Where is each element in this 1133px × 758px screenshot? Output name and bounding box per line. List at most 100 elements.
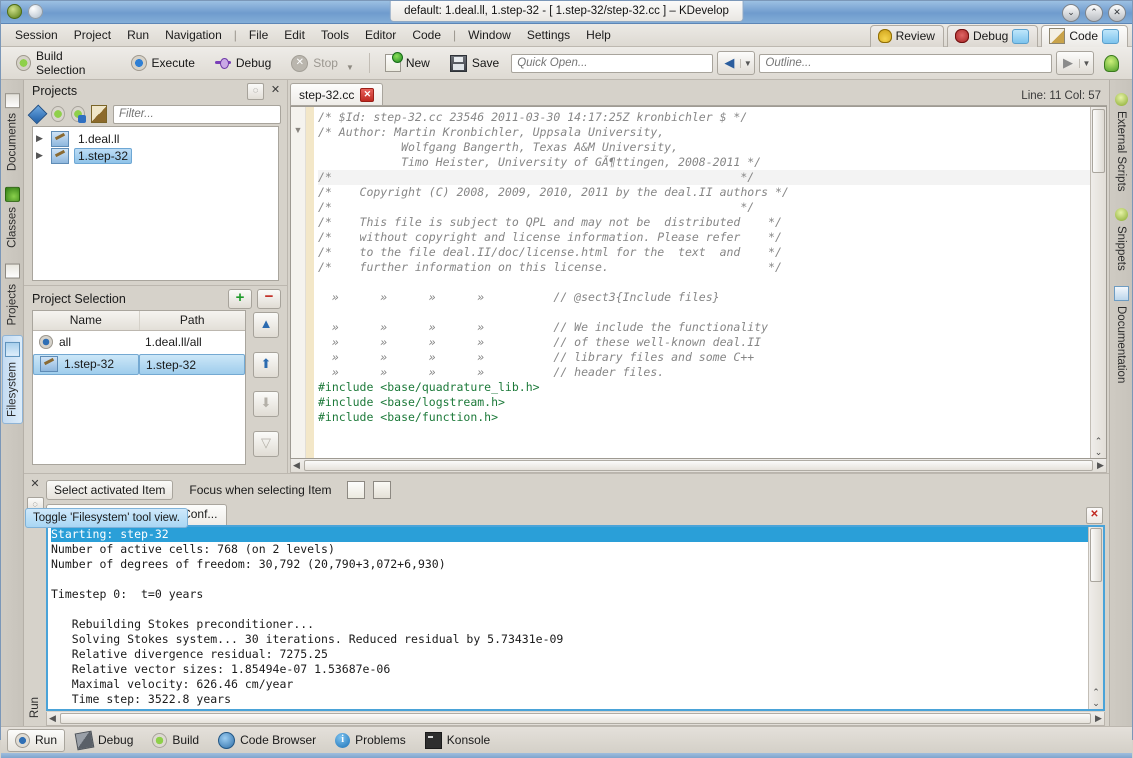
new-label: New	[405, 56, 430, 70]
stop-dropdown-icon[interactable]: ▼	[346, 63, 354, 72]
focus-when-selecting-button[interactable]: Focus when selecting Item	[181, 480, 339, 500]
close-icon[interactable]: ✕	[360, 87, 375, 102]
scroll-down-icon[interactable]: ⌄	[1095, 447, 1103, 458]
hint-button[interactable]	[1098, 51, 1125, 76]
move-up-button[interactable]: ⬆	[253, 351, 279, 378]
open-project-icon[interactable]	[27, 103, 48, 125]
project-icon	[51, 147, 69, 164]
projects-dock-config-button[interactable]: ◌	[247, 82, 264, 100]
build-project-icon[interactable]	[51, 106, 66, 122]
table-row[interactable]: all 1.deal.ll/all	[33, 331, 245, 353]
select-activated-item-button[interactable]: Select activated Item	[46, 480, 174, 500]
window-menu-icon[interactable]	[28, 4, 43, 19]
scroll-right-icon[interactable]: ▶	[1095, 460, 1106, 471]
navigate-back-button[interactable]: ◀ ▼	[717, 51, 756, 75]
hscrollbar-thumb[interactable]	[60, 713, 1091, 724]
scroll-up-icon[interactable]: ⌃	[1092, 687, 1100, 698]
move-top-button[interactable]: ▲	[253, 312, 279, 338]
sidebar-tab-classes[interactable]: Classes	[2, 180, 23, 255]
projects-filter-input[interactable]	[113, 104, 282, 124]
maximize-button[interactable]: ⌃	[1085, 4, 1103, 22]
editor-vertical-scrollbar[interactable]: ⌃ ⌄	[1090, 107, 1106, 458]
mode-tab-debug[interactable]: Debug	[946, 25, 1039, 47]
mode-tab-code[interactable]: Code	[1041, 25, 1128, 47]
output-vertical-scrollbar[interactable]: ⌃ ⌄	[1088, 527, 1103, 709]
quick-open-input[interactable]	[511, 53, 714, 73]
table-row[interactable]: 1.step-32 1.step-32	[33, 353, 245, 375]
projects-tree[interactable]: ▶ 1.deal.ll ▶ 1.step-32	[32, 126, 279, 281]
sidebar-tab-documents[interactable]: Documents	[2, 86, 23, 178]
output-text[interactable]: Starting: step-32 Number of active cells:…	[48, 527, 1088, 709]
tree-row-step32[interactable]: ▶ 1.step-32	[33, 147, 278, 164]
save-button[interactable]: Save	[442, 51, 507, 76]
menu-run[interactable]: Run	[119, 26, 157, 44]
scroll-left-icon[interactable]: ◀	[47, 713, 58, 724]
remove-project-button[interactable]: −	[257, 289, 281, 309]
sidebar-tab-projects[interactable]: Projects	[2, 257, 23, 333]
scrollbar-thumb[interactable]	[1090, 528, 1102, 582]
sidebar-tab-filesystem[interactable]: Filesystem	[1, 334, 23, 424]
scrollbar-thumb[interactable]	[1092, 109, 1105, 173]
expand-arrow-icon[interactable]: ▶	[36, 150, 46, 161]
expand-arrow-icon[interactable]: ▶	[36, 133, 46, 144]
menu-code[interactable]: Code	[404, 26, 449, 44]
scroll-left-icon[interactable]: ◀	[291, 460, 302, 471]
copy-output-icon[interactable]	[373, 481, 392, 499]
statusbar-run-button[interactable]: Run	[7, 728, 66, 752]
install-project-icon[interactable]	[71, 106, 87, 123]
outline-input[interactable]	[759, 53, 1052, 73]
folding-gutter[interactable]: ▼	[291, 107, 306, 458]
output-line: Time step: 3522.8 years	[51, 692, 232, 706]
statusbar-konsole-button[interactable]: Konsole	[417, 728, 498, 753]
projects-dock-close-button[interactable]: ✕	[268, 84, 283, 99]
sidebar-tab-external-scripts[interactable]: External Scripts	[1112, 86, 1131, 199]
editor-tab-step32[interactable]: step-32.cc ✕	[290, 83, 384, 105]
sidebar-tab-documentation[interactable]: Documentation	[1111, 279, 1132, 390]
forward-dropdown-icon[interactable]: ▼	[1079, 58, 1093, 68]
projects-dock-header: Projects ◌ ✕	[24, 80, 287, 102]
output-horizontal-scrollbar[interactable]: ◀ ▶	[46, 712, 1105, 726]
code-line: /* */	[318, 170, 1090, 185]
clean-project-icon[interactable]	[91, 105, 108, 123]
menu-edit[interactable]: Edit	[276, 26, 313, 44]
menu-settings[interactable]: Settings	[519, 26, 578, 44]
statusbar-problems-button[interactable]: i Problems	[327, 729, 414, 752]
add-project-button[interactable]: +	[228, 289, 252, 309]
new-button[interactable]: New	[377, 50, 438, 76]
menu-editor[interactable]: Editor	[357, 26, 404, 44]
minimize-button[interactable]: ⌄	[1062, 4, 1080, 22]
hscrollbar-thumb[interactable]	[304, 460, 1093, 471]
run-dock-close-button[interactable]: ✕	[28, 478, 43, 493]
execute-button[interactable]: Execute	[123, 51, 203, 75]
menu-tools[interactable]: Tools	[313, 26, 357, 44]
build-selection-button[interactable]: Build Selection	[8, 45, 119, 81]
menu-project[interactable]: Project	[66, 26, 119, 44]
navigate-forward-button[interactable]: ▶ ▼	[1056, 51, 1094, 75]
column-header-name[interactable]: Name	[33, 311, 140, 330]
editor-horizontal-scrollbar[interactable]: ◀ ▶	[290, 459, 1107, 473]
statusbar-debug-button[interactable]: Debug	[68, 728, 141, 753]
scroll-up-icon[interactable]: ⌃	[1095, 436, 1103, 447]
back-dropdown-icon[interactable]: ▼	[740, 58, 754, 68]
move-bottom-button[interactable]: ▽	[253, 430, 279, 457]
menu-session[interactable]: Session	[7, 26, 66, 44]
tree-row-deal[interactable]: ▶ 1.deal.ll	[33, 130, 278, 147]
stop-button[interactable]: ✕ Stop ▼	[283, 51, 362, 76]
statusbar-code-browser-button[interactable]: Code Browser	[210, 728, 324, 753]
menu-navigation[interactable]: Navigation	[157, 26, 230, 44]
show-output-list-icon[interactable]	[347, 481, 366, 499]
sidebar-tab-snippets[interactable]: Snippets	[1112, 201, 1131, 278]
source-code[interactable]: /* $Id: step-32.cc 23546 2011-03-30 14:1…	[314, 107, 1090, 458]
scroll-down-icon[interactable]: ⌄	[1092, 698, 1100, 709]
debug-button[interactable]: Debug	[207, 52, 279, 74]
mode-tab-review[interactable]: Review	[869, 25, 944, 47]
statusbar-build-button[interactable]: Build	[144, 729, 207, 752]
move-down-button[interactable]: ⬇	[253, 391, 279, 418]
close-button[interactable]: ✕	[1108, 4, 1126, 22]
menu-file[interactable]: File	[241, 26, 276, 44]
column-header-path[interactable]: Path	[140, 311, 246, 330]
scroll-right-icon[interactable]: ▶	[1093, 713, 1104, 724]
close-icon[interactable]: ✕	[1086, 507, 1103, 524]
menu-help[interactable]: Help	[578, 26, 619, 44]
menu-window[interactable]: Window	[460, 26, 519, 44]
